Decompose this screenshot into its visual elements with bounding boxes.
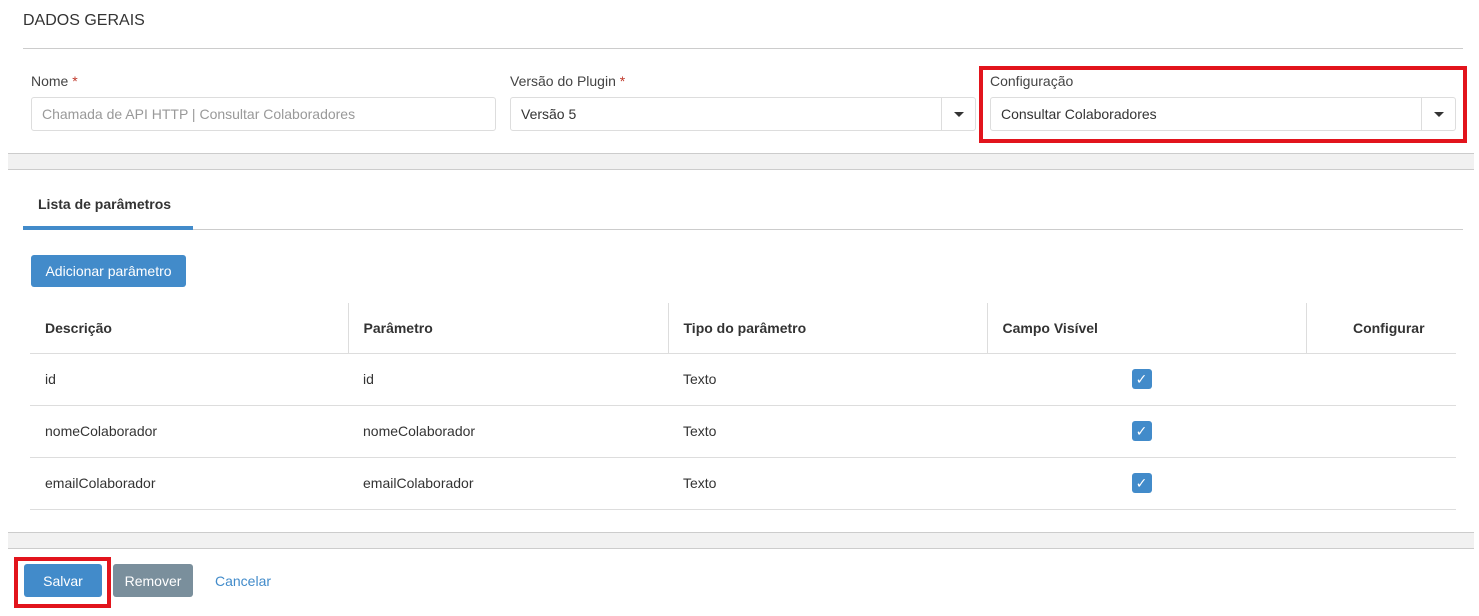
footer-separator bbox=[8, 532, 1474, 549]
cell-tipo: Texto bbox=[668, 405, 987, 458]
table-row: id id Texto ✓ bbox=[30, 353, 1456, 406]
tab-active-indicator bbox=[23, 226, 193, 230]
nome-label: Nome * bbox=[31, 73, 78, 89]
cell-parametro: emailColaborador bbox=[348, 457, 668, 510]
header-configurar: Configurar bbox=[1306, 303, 1456, 354]
cell-tipo: Texto bbox=[668, 353, 987, 406]
versao-label: Versão do Plugin * bbox=[510, 73, 626, 89]
cell-configurar bbox=[1306, 405, 1456, 458]
nome-input[interactable]: Chamada de API HTTP | Consultar Colabora… bbox=[31, 97, 496, 131]
remove-button[interactable]: Remover bbox=[113, 564, 193, 597]
versao-select[interactable]: Versão 5 bbox=[510, 97, 976, 131]
header-tipo: Tipo do parâmetro bbox=[668, 303, 988, 354]
visible-checkbox[interactable]: ✓ bbox=[1131, 473, 1152, 493]
config-select[interactable]: Consultar Colaboradores bbox=[990, 97, 1456, 131]
table-row: emailColaborador emailColaborador Texto … bbox=[30, 457, 1456, 510]
visible-checkbox[interactable]: ✓ bbox=[1131, 421, 1152, 441]
parameters-table: Descrição Parâmetro Tipo do parâmetro Ca… bbox=[30, 303, 1456, 510]
cancel-link[interactable]: Cancelar bbox=[215, 573, 271, 589]
cell-parametro: id bbox=[348, 353, 668, 406]
cell-configurar bbox=[1306, 457, 1456, 510]
header-parametro: Parâmetro bbox=[348, 303, 669, 354]
config-label: Configuração bbox=[990, 73, 1074, 89]
table-row: nomeColaborador nomeColaborador Texto ✓ bbox=[30, 405, 1456, 458]
save-button[interactable]: Salvar bbox=[24, 564, 102, 597]
header-campo-visivel: Campo Visível bbox=[987, 303, 1307, 354]
visible-checkbox[interactable]: ✓ bbox=[1131, 369, 1152, 389]
tab-divider bbox=[23, 229, 1463, 230]
chevron-down-icon[interactable] bbox=[941, 98, 975, 130]
cell-descricao: nomeColaborador bbox=[30, 405, 348, 458]
cell-tipo: Texto bbox=[668, 457, 987, 510]
cell-parametro: nomeColaborador bbox=[348, 405, 668, 458]
header-descricao: Descrição bbox=[30, 303, 349, 354]
divider bbox=[23, 48, 1463, 49]
tab-lista-parametros[interactable]: Lista de parâmetros bbox=[38, 196, 171, 212]
cell-configurar bbox=[1306, 353, 1456, 406]
chevron-down-icon[interactable] bbox=[1421, 98, 1455, 130]
section-separator bbox=[8, 153, 1474, 170]
cell-descricao: emailColaborador bbox=[30, 457, 348, 510]
cell-descricao: id bbox=[30, 353, 348, 406]
section-title: DADOS GERAIS bbox=[23, 12, 145, 29]
add-parameter-button[interactable]: Adicionar parâmetro bbox=[31, 255, 186, 287]
